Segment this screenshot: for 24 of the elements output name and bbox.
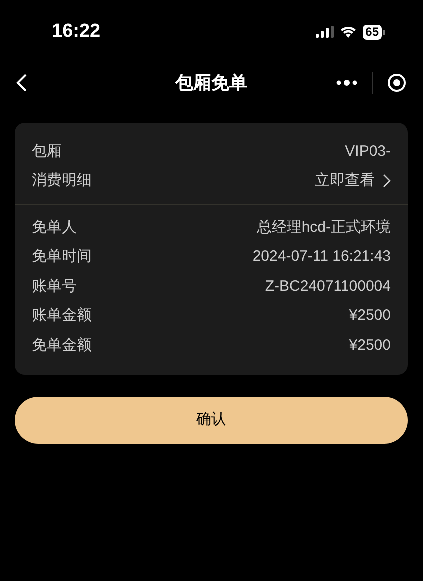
row-value: ¥2500 — [349, 336, 391, 356]
row-label: 免单金额 — [32, 336, 92, 356]
row-label: 包厢 — [32, 142, 62, 162]
row-label: 账单号 — [32, 276, 77, 296]
page-title: 包厢免单 — [176, 72, 248, 94]
row-value: 总经理hcd-正式环境 — [256, 218, 391, 238]
signal-icon — [316, 26, 334, 38]
row-value: 2024-07-11 16:21:43 — [252, 247, 391, 267]
row-label: 免单人 — [32, 218, 77, 238]
chevron-right-icon — [383, 174, 391, 188]
confirm-button[interactable]: 确认 — [15, 396, 408, 444]
wifi-icon — [340, 26, 357, 38]
status-time: 16:22 — [52, 20, 101, 44]
view-details-link[interactable]: 立即查看 — [315, 170, 391, 192]
row-value: ¥2500 — [349, 306, 391, 326]
row-value: Z-BC24071100004 — [265, 276, 391, 296]
row-label: 账单金额 — [32, 306, 92, 326]
row-label: 免单时间 — [32, 247, 92, 267]
more-icon[interactable] — [336, 80, 358, 86]
battery-level: 65 — [362, 24, 382, 40]
row-value: VIP03- — [345, 142, 391, 162]
target-icon[interactable] — [387, 73, 407, 93]
row-label: 消费明细 — [32, 171, 92, 191]
back-icon[interactable] — [16, 73, 28, 93]
